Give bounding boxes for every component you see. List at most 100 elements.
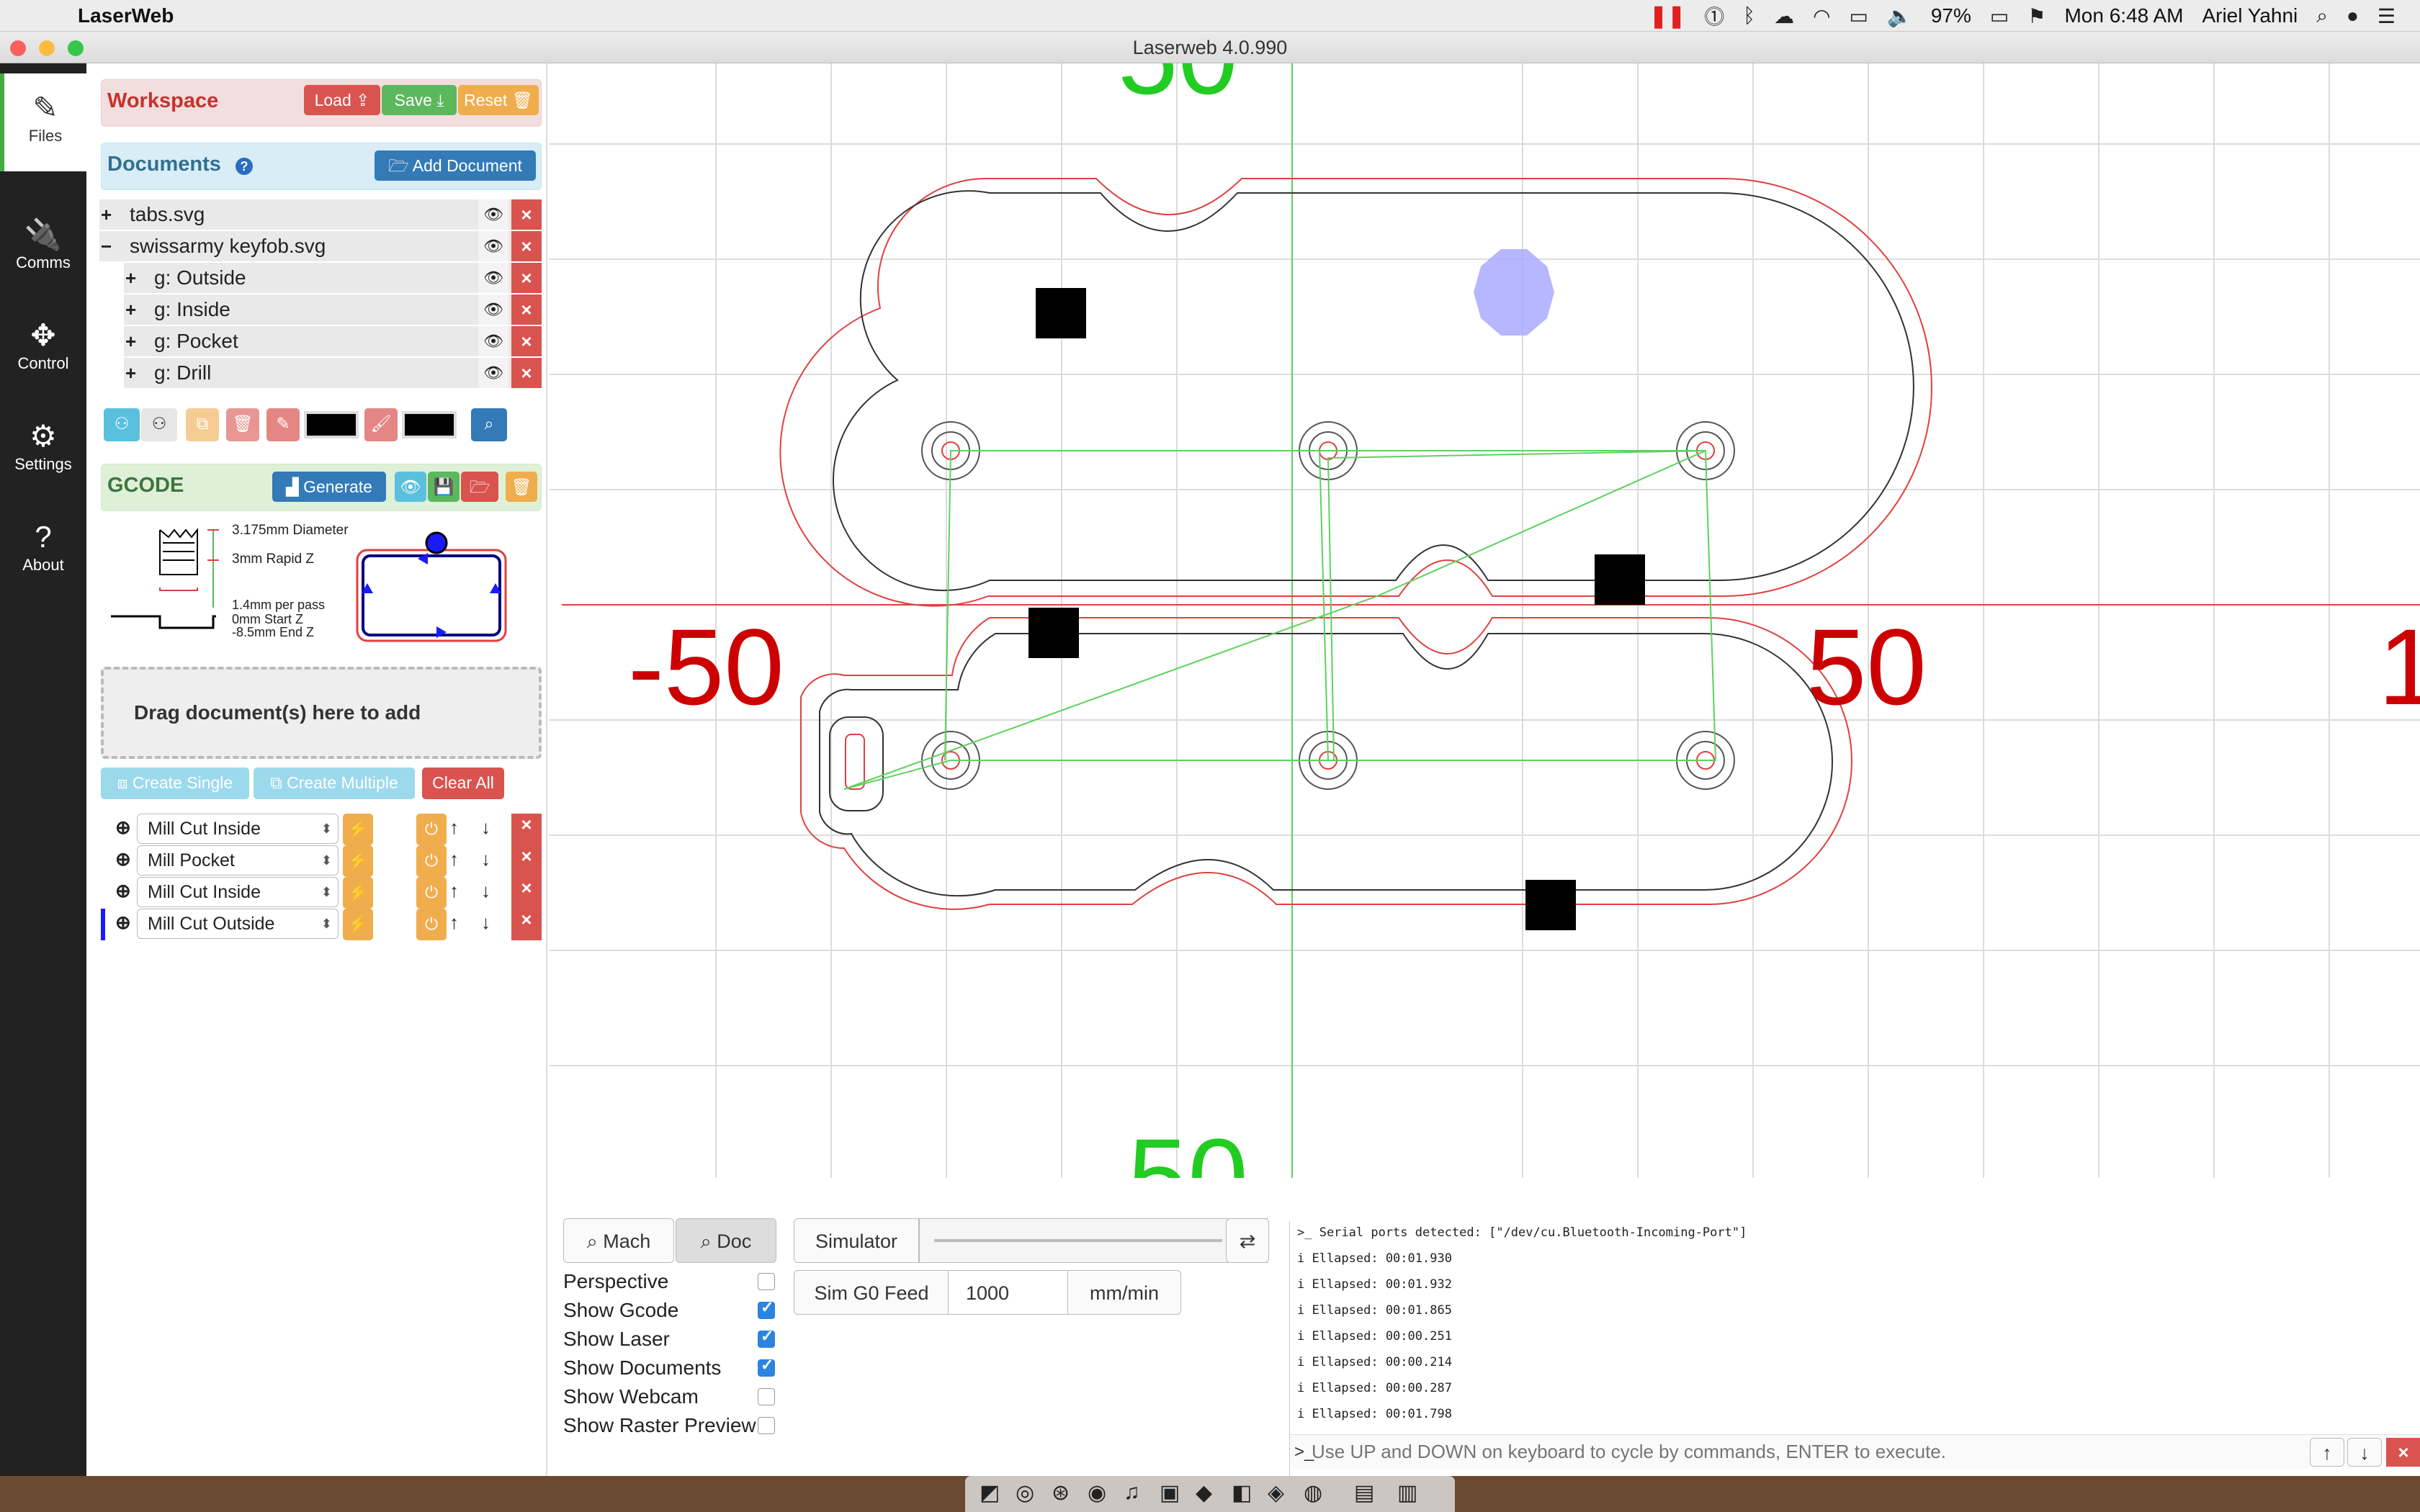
finder-icon[interactable]: ◩ [980,1480,1000,1506]
zoom-window-icon[interactable] [68,40,84,56]
remove-icon[interactable]: × [511,326,542,356]
up-arrow-icon[interactable]: ↑ [449,880,459,902]
menubar-clock[interactable]: Mon 6:48 AM [2064,4,2183,27]
stroke-color-swatch[interactable] [304,411,359,438]
spotlight-icon[interactable]: ⌕ [2316,4,2328,28]
reset-button[interactable]: Reset 🗑 [458,85,539,115]
notification-icon[interactable]: ☰ [2378,4,2396,28]
folder-icon[interactable]: ▤ [1354,1480,1374,1506]
expand-icon[interactable]: ⊕ [115,848,131,870]
clear-console-icon[interactable]: × [2386,1438,2420,1467]
down-arrow-icon[interactable]: ↓ [481,848,490,870]
help-icon[interactable]: ? [235,158,253,175]
open-gcode-icon[interactable]: 🗁 [461,472,498,502]
trash-gcode-icon[interactable]: 🗑 [506,472,537,502]
operation-select[interactable]: Mill Cut Inside [137,814,339,844]
down-arrow-icon[interactable]: ↓ [481,816,490,839]
pause-icon[interactable]: ❚❚ [1649,4,1685,29]
expand-icon[interactable]: ⊕ [115,880,131,902]
save-gcode-icon[interactable]: 💾 [428,472,460,502]
expand-icon[interactable]: + [125,263,136,293]
volume-icon[interactable]: 🔈 [1887,4,1912,28]
wand-icon[interactable]: ⚡ [343,877,373,909]
document-dropzone[interactable]: Drag document(s) here to add [101,667,542,759]
pencil-icon[interactable]: ✎ [266,408,300,441]
operation-row[interactable]: ⊕ Mill Cut Inside ⚡ ⏻ ↑ ↓ × [101,814,542,845]
doc-row-outside[interactable]: + g: Outside 👁 × [124,263,542,293]
terminal-icon[interactable]: ▣ [1160,1480,1180,1506]
doc-row-pocket[interactable]: + g: Pocket 👁 × [124,326,542,356]
remove-icon[interactable]: × [511,358,542,388]
add-document-button[interactable]: 🗁 Add Document [375,150,536,181]
remove-icon[interactable]: × [511,814,542,845]
expand-icon[interactable]: ⊕ [115,816,131,839]
nav-control[interactable]: ✥ Control [0,301,86,387]
clone-icon[interactable]: ⧉ [186,408,219,441]
power-icon[interactable]: ⏻ [416,877,447,909]
up-arrow-icon[interactable]: ↑ [449,848,459,870]
remove-icon[interactable]: × [511,263,542,293]
eye-icon[interactable]: 👁 [478,199,508,230]
down-arrow-icon[interactable]: ↓ [481,912,490,934]
select-none-icon[interactable]: ⚇ [141,408,177,441]
wand-icon[interactable]: ⚡ [343,909,373,940]
eye-icon[interactable]: 👁 [478,358,508,388]
save-button[interactable]: Save ⤓ [382,85,457,115]
nav-files[interactable]: ✎ Files [0,73,86,171]
expand-icon[interactable]: + [125,326,136,356]
sim-feed-input[interactable]: 1000 [948,1270,1069,1315]
doc-row-keyfob[interactable]: − swissarmy keyfob.svg 👁 × [99,231,542,261]
show-webcam-checkbox[interactable] [758,1388,775,1405]
trash-icon[interactable]: ▥ [1397,1480,1417,1506]
remove-icon[interactable]: × [511,231,542,261]
mach-view-button[interactable]: ⌕ Mach [563,1218,674,1263]
create-single-button[interactable]: ⧈ Create Single [101,768,249,799]
simulator-slider[interactable] [919,1218,1268,1263]
laserweb-icon[interactable]: ◈ [1268,1480,1284,1506]
load-button[interactable]: Load ⇪ [304,85,380,115]
password-icon[interactable]: ⓵ [1704,1,1724,30]
swap-icon[interactable]: ⇄ [1226,1218,1269,1263]
select-all-icon[interactable]: ⚇ [104,408,140,441]
expand-icon[interactable]: + [101,199,112,230]
operation-select[interactable]: Mill Cut Outside [137,909,339,939]
minimize-window-icon[interactable] [39,40,55,56]
menubar-app-name[interactable]: LaserWeb [78,4,174,27]
brush-icon[interactable]: 🖌 [364,408,398,441]
remove-icon[interactable]: × [511,199,542,230]
airplay-icon[interactable]: ▭ [1850,4,1868,28]
power-icon[interactable]: ⏻ [416,845,447,877]
collapse-icon[interactable]: − [101,231,112,261]
expand-icon[interactable]: + [125,358,136,388]
bluetooth-icon[interactable]: ᛒ [1743,4,1755,27]
power-icon[interactable]: ⏻ [416,814,447,845]
eye-icon[interactable]: 👁 [478,231,508,261]
cloud-icon[interactable]: ☁ [1774,4,1794,28]
show-documents-checkbox[interactable] [758,1356,775,1377]
perspective-checkbox[interactable] [758,1273,775,1290]
eye-icon[interactable]: 👁 [478,326,508,356]
safari-icon[interactable]: ⊛ [1052,1480,1070,1506]
operation-row[interactable]: ⊕ Mill Cut Outside ⚡ ⏻ ↑ ↓ × [101,909,542,940]
show-gcode-checkbox[interactable] [758,1298,775,1319]
expand-icon[interactable]: + [125,294,136,325]
close-window-icon[interactable] [10,40,26,56]
battery-icon[interactable]: ▭ [1990,4,2009,28]
show-laser-checkbox[interactable] [758,1327,775,1348]
wifi-icon[interactable]: ◠ [1813,4,1830,28]
remove-icon[interactable]: × [511,845,542,877]
illustrator-icon[interactable]: ◆ [1196,1480,1212,1506]
operation-row[interactable]: ⊕ Mill Pocket ⚡ ⏻ ↑ ↓ × [101,845,542,877]
power-icon[interactable]: ⏻ [416,909,447,940]
battery-percent[interactable]: 97% [1931,4,1971,27]
console-command-input[interactable] [1312,1438,2298,1465]
operation-select[interactable]: Mill Pocket [137,845,339,876]
remove-icon[interactable]: × [511,294,542,325]
doc-row-inside[interactable]: + g: Inside 👁 × [124,294,542,325]
siri-icon[interactable]: ● [2347,4,2359,27]
chrome-icon[interactable]: ◉ [1088,1480,1106,1506]
operation-select[interactable]: Mill Cut Inside [137,877,339,907]
nav-settings[interactable]: ⚙ Settings [0,402,86,488]
history-down-icon[interactable]: ↓ [2347,1438,2382,1467]
search-icon[interactable]: ⌕ [471,408,507,441]
